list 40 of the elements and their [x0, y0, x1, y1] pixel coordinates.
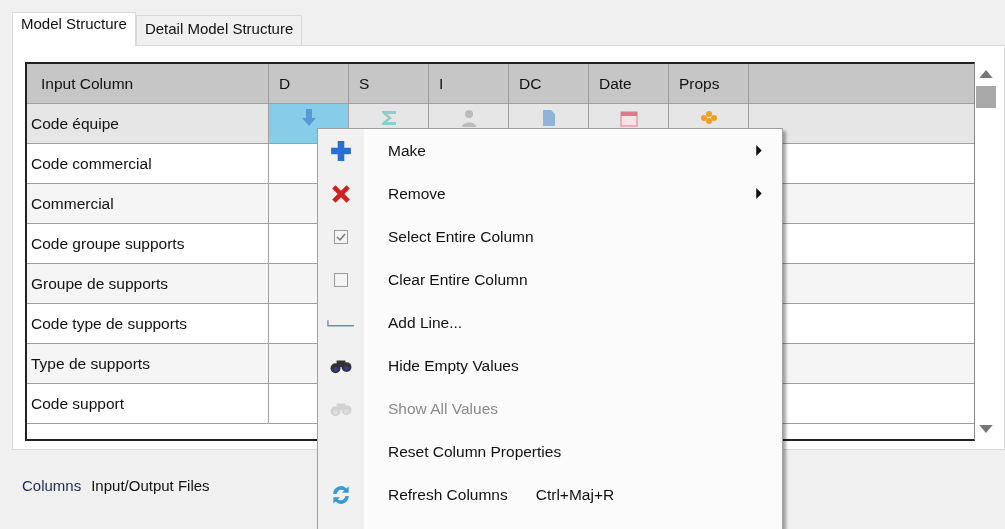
column-header[interactable]: Date: [589, 64, 669, 104]
row-header[interactable]: Code groupe supports: [27, 224, 269, 264]
line-icon: [327, 318, 355, 327]
menu-item[interactable]: Remove: [318, 172, 782, 215]
empty-box-icon: [334, 272, 348, 287]
tab[interactable]: Model Structure: [12, 12, 136, 46]
shortcut-text: Ctrl+Maj+R: [535, 485, 615, 504]
column-header[interactable]: Input Column: [27, 64, 269, 104]
row-header[interactable]: Commercial: [27, 184, 269, 224]
column-header[interactable]: S: [349, 64, 429, 104]
scroll-thumb[interactable]: [976, 86, 996, 108]
menu-item[interactable]: Clear Entire Column: [318, 258, 782, 301]
row-header[interactable]: Code équipe: [27, 104, 269, 144]
row-header[interactable]: Code support: [27, 384, 269, 424]
refresh-icon: [330, 483, 352, 506]
column-header[interactable]: D: [269, 64, 349, 104]
cross-icon: [330, 182, 352, 205]
menu-item[interactable]: Hide Empty Values: [318, 344, 782, 387]
column-header[interactable]: Props: [669, 64, 749, 104]
row-header[interactable]: Code type de supports: [27, 304, 269, 344]
scroll-down-icon[interactable]: [979, 425, 993, 433]
plus-icon: [330, 139, 352, 162]
menu-item[interactable]: Make: [318, 129, 782, 172]
column-header[interactable]: DC: [509, 64, 589, 104]
submenu-arrow-icon: [756, 145, 762, 156]
tab[interactable]: Detail Model Structure: [135, 15, 303, 45]
calendar-icon: [618, 108, 639, 128]
menu-item[interactable]: Refresh Columns Ctrl+Maj+R: [318, 473, 782, 516]
bottom-tab[interactable]: Columns: [22, 477, 82, 494]
bottom-tab[interactable]: Input/Output Files: [91, 477, 210, 494]
scroll-up-icon[interactable]: [979, 70, 993, 78]
column-header[interactable]: I: [429, 64, 509, 104]
submenu-arrow-icon: [756, 188, 762, 199]
menu-item[interactable]: Reset Column Properties: [318, 430, 782, 473]
row-header[interactable]: Type de supports: [27, 344, 269, 384]
menu-item[interactable]: Add Line...: [318, 301, 782, 344]
checked-box-icon: [334, 229, 348, 244]
menu-item[interactable]: Select Entire Column: [318, 215, 782, 258]
row-header[interactable]: Groupe de supports: [27, 264, 269, 304]
row-header[interactable]: Code commercial: [27, 144, 269, 184]
